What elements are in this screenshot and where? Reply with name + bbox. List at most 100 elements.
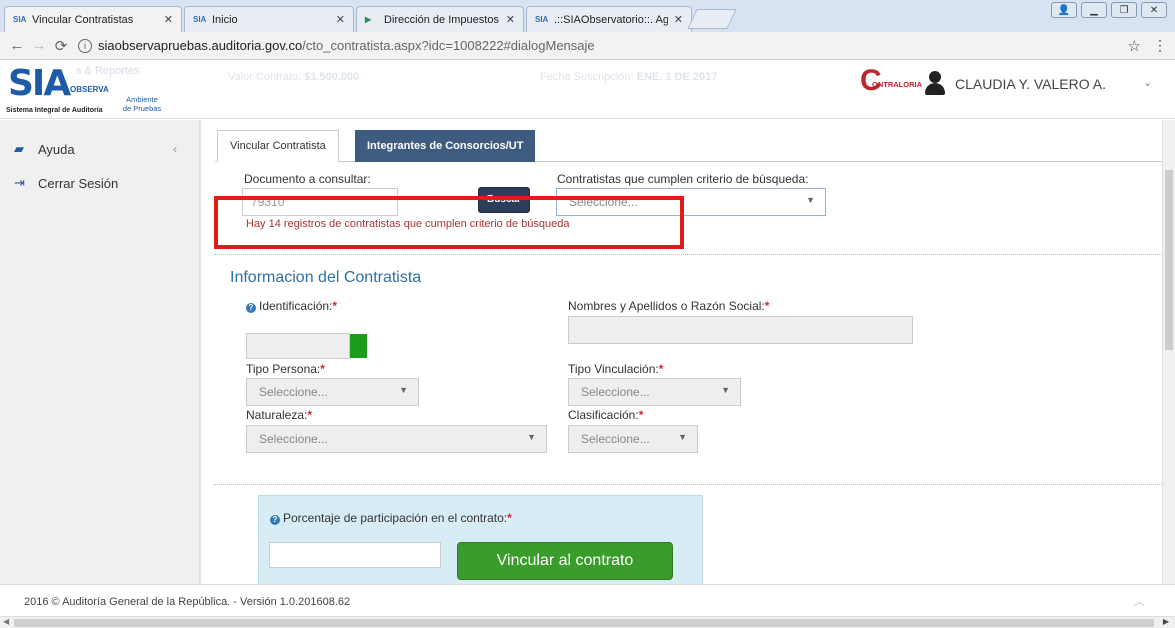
divider: [214, 484, 1162, 485]
back-arrow-icon[interactable]: ←: [6, 37, 28, 54]
vincular-button[interactable]: Vincular al contrato: [457, 542, 673, 580]
new-tab-button[interactable]: [687, 9, 737, 29]
sidebar-item-label: Cerrar Sesión: [38, 175, 119, 191]
browser-tab-vincular[interactable]: SIA Vincular Contratistas ✕: [4, 6, 182, 32]
contratistas-label: Contratistas que cumplen criterio de bús…: [557, 172, 809, 186]
clasificacion-value: Seleccione...: [581, 432, 650, 446]
browser-tab-title: Inicio: [212, 13, 238, 26]
contraloria-logo: C ONTRALORIA: [860, 66, 922, 97]
required-mark: *: [638, 408, 644, 422]
browser-tab-title: .::SIAObservatorio::. Agreg: [554, 13, 668, 26]
minimize-icon[interactable]: ▁: [1081, 2, 1107, 18]
maximize-icon[interactable]: ❐: [1111, 2, 1137, 18]
browser-tab-observatorio[interactable]: SIA .::SIAObservatorio::. Agreg ✕: [526, 6, 692, 32]
browser-tab-dian[interactable]: ▶ Dirección de Impuestos y A ✕: [356, 6, 524, 32]
nombres-label: Nombres y Apellidos o Razón Social:*: [568, 299, 769, 313]
vertical-scrollbar[interactable]: [1162, 120, 1175, 584]
identificacion-label: ? Identificación:*: [246, 299, 337, 313]
contraloria-text: ONTRALORIA: [872, 80, 922, 89]
scrollbar-thumb[interactable]: [14, 619, 1154, 627]
logo-subtitle: Sistema Integral de Auditoría: [6, 107, 103, 114]
browser-tabstrip: SIA Vincular Contratistas ✕ SIA Inicio ✕…: [0, 0, 1175, 32]
sidebar-item-ayuda[interactable]: ▰ Ayuda ‹: [0, 132, 199, 166]
chevron-down-icon[interactable]: ⌄: [1143, 76, 1152, 89]
profile-icon[interactable]: 👤: [1051, 2, 1077, 18]
reload-icon[interactable]: ⟳: [50, 37, 72, 55]
clasificacion-select[interactable]: Seleccione... ▼: [568, 425, 698, 453]
chevron-down-icon: ▼: [721, 385, 730, 395]
identificacion-button[interactable]: [350, 334, 367, 358]
sidebar: ▰ Ayuda ‹ ⇥ Cerrar Sesión: [0, 120, 200, 584]
nombres-label-text: Nombres y Apellidos o Razón Social:: [568, 299, 765, 313]
close-icon[interactable]: ✕: [506, 13, 515, 26]
naturaleza-label-text: Naturaleza:: [246, 408, 308, 422]
help-icon[interactable]: ?: [246, 303, 256, 313]
sidebar-item-cerrar-sesion[interactable]: ⇥ Cerrar Sesión: [0, 166, 199, 200]
nombres-input[interactable]: [568, 316, 913, 344]
tipo-persona-select[interactable]: Seleccione... ▼: [246, 378, 419, 406]
valor-value: $1.500.000: [304, 71, 360, 83]
horizontal-scrollbar[interactable]: ◀ ▶: [0, 616, 1175, 628]
sign-out-icon: ⇥: [14, 175, 25, 190]
sia-logo[interactable]: SIA s & Reportes OBSERVA Sistema Integra…: [4, 63, 194, 117]
tipo-vinculacion-select[interactable]: Seleccione... ▼: [568, 378, 741, 406]
scroll-left-icon[interactable]: ◀: [3, 617, 9, 626]
fecha-value: ENE. 1 DE 2017: [636, 71, 718, 83]
address-bar: ← → ⟳ i siaobservapruebas.auditoria.gov.…: [0, 32, 1175, 60]
app-header: SIA s & Reportes OBSERVA Sistema Integra…: [0, 61, 1175, 119]
chevron-down-icon: ▼: [399, 385, 408, 395]
book-icon: ▰: [14, 141, 24, 156]
close-icon[interactable]: ✕: [164, 13, 173, 26]
close-window-icon[interactable]: ✕: [1141, 2, 1167, 18]
identificacion-input[interactable]: [246, 333, 350, 359]
scrollbar-thumb[interactable]: [1165, 170, 1173, 350]
url-field[interactable]: i siaobservapruebas.auditoria.gov.co/cto…: [78, 38, 1128, 53]
logo-observa: OBSERVA: [70, 85, 109, 94]
tipo-persona-value: Seleccione...: [259, 385, 328, 399]
valor-contrato: Valor Contrato: $1.500.000: [228, 71, 359, 83]
browser-menu-icon[interactable]: ⋮: [1153, 37, 1167, 54]
logo-environment: Ambiente de Pruebas: [122, 95, 162, 113]
forward-arrow-icon[interactable]: →: [28, 37, 50, 54]
fecha-label: Fecha Suscripción:: [540, 71, 634, 83]
naturaleza-value: Seleccione...: [259, 432, 328, 446]
chevron-down-icon: ▼: [806, 195, 815, 205]
chevron-down-icon: ▼: [527, 432, 536, 442]
tipo-persona-label: Tipo Persona:*: [246, 362, 325, 376]
footer: 2016 © Auditoría General de la República…: [0, 584, 1175, 616]
close-icon[interactable]: ✕: [336, 13, 345, 26]
close-icon[interactable]: ✕: [674, 13, 683, 26]
browser-tab-title: Vincular Contratistas: [32, 13, 134, 26]
tab-vincular-contratista[interactable]: Vincular Contratista: [217, 130, 339, 162]
required-mark: *: [320, 362, 325, 376]
info-icon[interactable]: i: [78, 38, 92, 53]
chevron-left-icon: ‹: [173, 142, 177, 156]
porcentaje-label: ? Porcentaje de participación en el contr…: [270, 511, 512, 525]
ghost-menu-text: s & Reportes: [76, 65, 140, 77]
clasificacion-label: Clasificación:*: [568, 408, 643, 422]
page-tabs: Vincular Contratista Integrantes de Cons…: [215, 126, 1163, 162]
bookmark-star-icon[interactable]: ☆: [1128, 37, 1141, 55]
window-controls: 👤 ▁ ❐ ✕: [1051, 2, 1167, 18]
sia-favicon-icon: SIA: [535, 15, 549, 24]
porcentaje-input[interactable]: [269, 542, 441, 568]
user-icon[interactable]: [924, 71, 946, 95]
clasificacion-label-text: Clasificación:: [568, 408, 639, 422]
documento-label: Documento a consultar:: [244, 172, 371, 186]
browser-tab-inicio[interactable]: SIA Inicio ✕: [184, 6, 354, 32]
tab-integrantes-consorcios[interactable]: Integrantes de Consorcios/UT: [355, 130, 536, 162]
logo-text: SIA: [8, 63, 71, 104]
naturaleza-label: Naturaleza:*: [246, 408, 312, 422]
user-name[interactable]: CLAUDIA Y. VALERO A.: [955, 76, 1106, 92]
browser-tab-title: Dirección de Impuestos y A: [384, 13, 500, 26]
help-icon[interactable]: ?: [270, 515, 280, 525]
section-title: Informacion del Contratista: [230, 269, 422, 286]
valor-label: Valor Contrato:: [228, 71, 302, 83]
url-path: /cto_contratista.aspx?idc=1008222#dialog…: [302, 38, 595, 53]
required-mark: *: [332, 299, 338, 313]
chevron-up-icon[interactable]: ︿: [1134, 593, 1145, 609]
tipo-vinculacion-value: Seleccione...: [581, 385, 650, 399]
naturaleza-select[interactable]: Seleccione... ▼: [246, 425, 547, 453]
tipo-persona-label-text: Tipo Persona:: [246, 362, 321, 376]
scroll-right-icon[interactable]: ▶: [1163, 617, 1169, 626]
